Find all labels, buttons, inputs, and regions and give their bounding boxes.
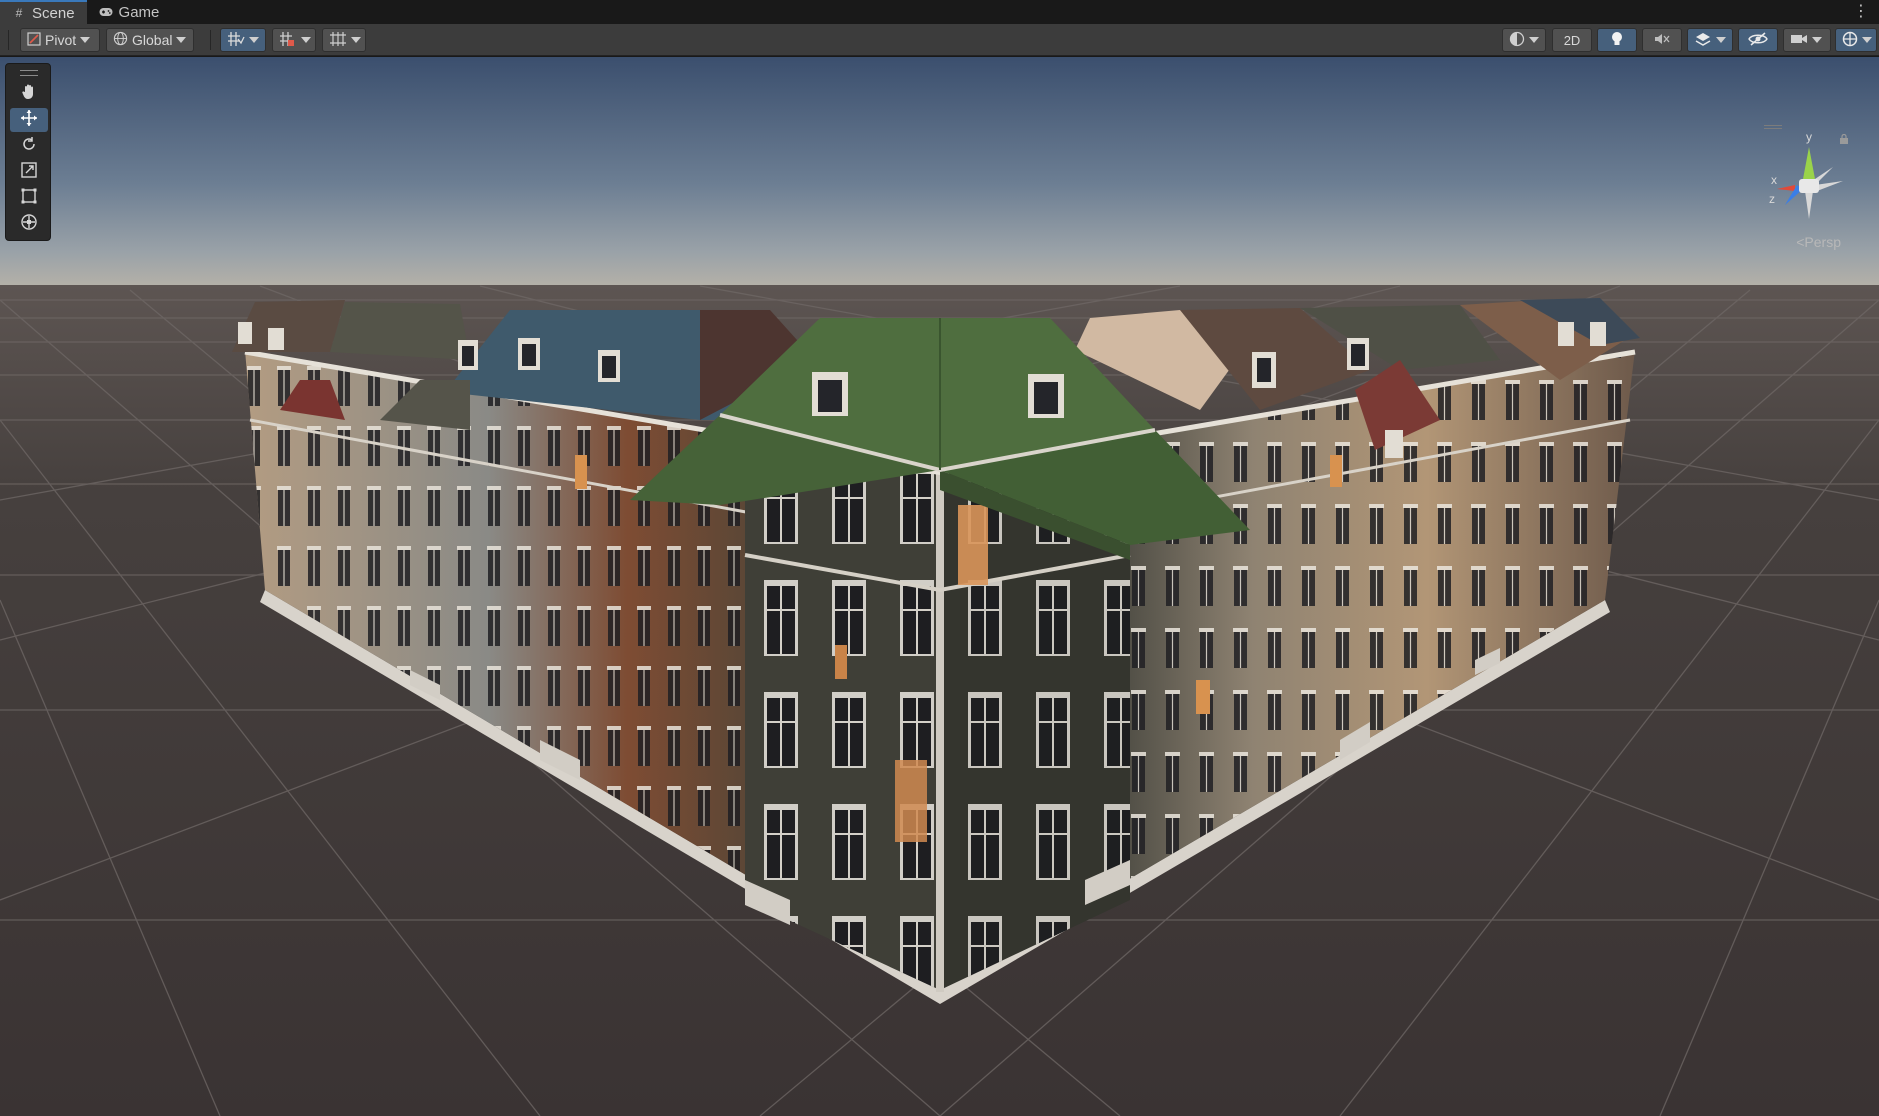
gizmo-globe-icon bbox=[1842, 31, 1858, 50]
camera-icon bbox=[1790, 32, 1808, 48]
rotate-icon bbox=[20, 135, 38, 158]
pivot-dropdown[interactable]: Pivot bbox=[20, 28, 100, 52]
draw-mode-dropdown[interactable] bbox=[1502, 28, 1546, 52]
chevron-down-icon bbox=[249, 37, 259, 43]
tool-palette bbox=[5, 63, 51, 241]
move-arrows-icon bbox=[20, 109, 38, 132]
transform-tool-button[interactable] bbox=[10, 212, 48, 236]
scene-toolbar: Pivot Global 2D bbox=[0, 24, 1879, 56]
camera-settings-dropdown[interactable] bbox=[1783, 28, 1831, 52]
toolbar-grip bbox=[8, 30, 9, 50]
chevron-down-icon bbox=[1716, 37, 1726, 43]
chevron-down-icon bbox=[1529, 37, 1539, 43]
gizmos-dropdown[interactable] bbox=[1835, 28, 1877, 52]
hidden-eye-icon bbox=[1748, 31, 1768, 49]
projection-toggle[interactable]: <Persp bbox=[1796, 234, 1841, 250]
lighting-toggle[interactable] bbox=[1597, 28, 1637, 52]
pivot-label: Pivot bbox=[45, 32, 77, 48]
grid-snap-icon bbox=[227, 31, 245, 50]
chevron-down-icon bbox=[1862, 37, 1872, 43]
scale-tool-button[interactable] bbox=[10, 160, 48, 184]
effects-dropdown[interactable] bbox=[1687, 28, 1733, 52]
tab-game-label: Game bbox=[118, 3, 160, 21]
mute-speaker-icon bbox=[1654, 32, 1670, 49]
pivot-icon bbox=[27, 31, 41, 49]
rect-transform-icon bbox=[20, 187, 38, 210]
chevron-down-icon bbox=[351, 37, 361, 43]
tab-scene[interactable]: # Scene bbox=[0, 0, 87, 24]
audio-toggle[interactable] bbox=[1642, 28, 1682, 52]
grid-icon: # bbox=[15, 6, 23, 20]
layers-icon bbox=[1694, 31, 1712, 50]
global-dropdown[interactable]: Global bbox=[106, 28, 194, 52]
tab-scene-label: Scene bbox=[32, 4, 75, 22]
chevron-down-icon bbox=[80, 37, 91, 43]
chevron-down-icon bbox=[1812, 37, 1822, 43]
increment-snap-toggle[interactable] bbox=[272, 28, 316, 52]
projection-label: Persp bbox=[1804, 234, 1841, 250]
grid-visibility-dropdown[interactable] bbox=[322, 28, 366, 52]
increment-snap-icon bbox=[279, 31, 297, 50]
grid-lines-icon bbox=[329, 31, 347, 50]
lightbulb-icon bbox=[1611, 31, 1623, 50]
transform-icon bbox=[20, 213, 38, 236]
grid-snap-toggle[interactable] bbox=[220, 28, 266, 52]
more-options-icon[interactable]: ⋮ bbox=[1853, 2, 1869, 22]
rotate-tool-button[interactable] bbox=[10, 134, 48, 158]
move-tool-button[interactable] bbox=[10, 108, 48, 132]
rect-tool-button[interactable] bbox=[10, 186, 48, 210]
2d-label: 2D bbox=[1563, 32, 1581, 48]
gizmo-z-label: z bbox=[1769, 192, 1775, 206]
scale-icon bbox=[20, 161, 38, 184]
gizmo-y-label: y bbox=[1806, 130, 1812, 144]
scene-visibility-toggle[interactable] bbox=[1738, 28, 1778, 52]
scene-viewport[interactable]: y x z <Persp bbox=[0, 57, 1879, 1116]
chevron-down-icon bbox=[176, 37, 187, 43]
hand-tool-button[interactable] bbox=[10, 82, 48, 106]
scene-render[interactable] bbox=[0, 57, 1879, 1116]
global-label: Global bbox=[132, 32, 173, 48]
tab-game[interactable]: Game bbox=[87, 0, 172, 24]
gamepad-icon bbox=[99, 5, 113, 19]
unity-editor-scene-window: # Scene Game ⋮ Pivot Global 2D y x z <Pe… bbox=[0, 0, 1879, 1116]
palette-drag-handle[interactable] bbox=[20, 70, 38, 76]
tab-bar: # Scene Game ⋮ bbox=[0, 0, 1879, 24]
shaded-sphere-icon bbox=[1509, 31, 1525, 50]
hand-icon bbox=[20, 83, 38, 106]
2d-mode-toggle[interactable]: 2D bbox=[1552, 28, 1592, 52]
gizmo-x-label: x bbox=[1771, 173, 1777, 187]
toolbar-separator bbox=[210, 30, 211, 50]
globe-icon bbox=[113, 31, 128, 49]
chevron-down-icon bbox=[301, 37, 311, 43]
